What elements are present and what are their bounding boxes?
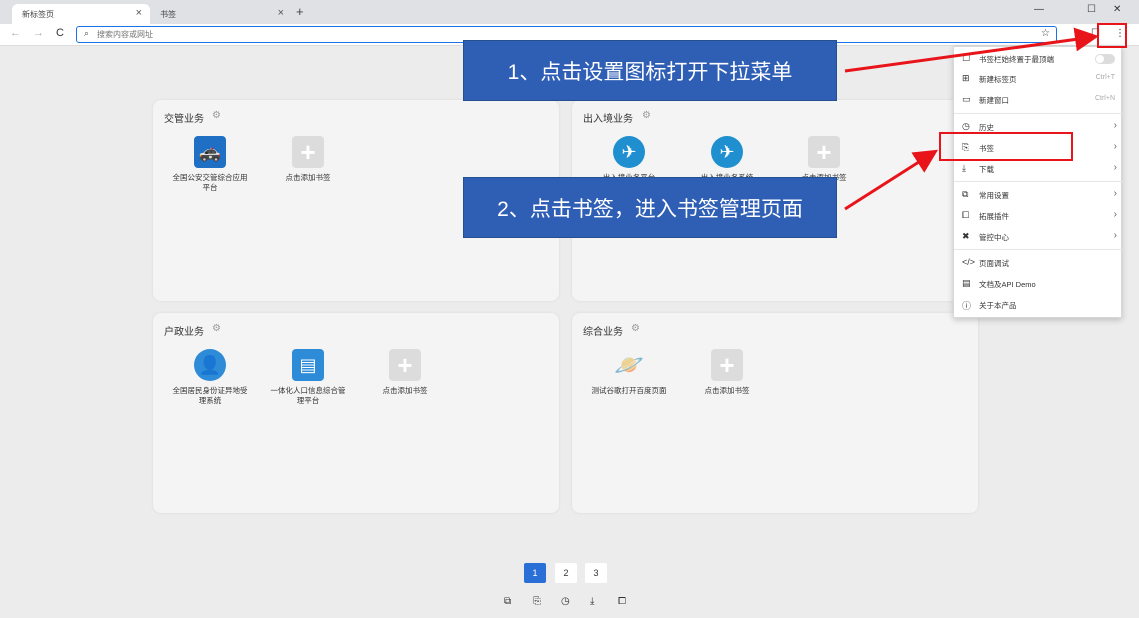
annotation-arrows	[844, 27, 1099, 211]
arrow-to-menu-button	[844, 27, 1099, 73]
arrow-to-bookmarks	[844, 149, 939, 211]
